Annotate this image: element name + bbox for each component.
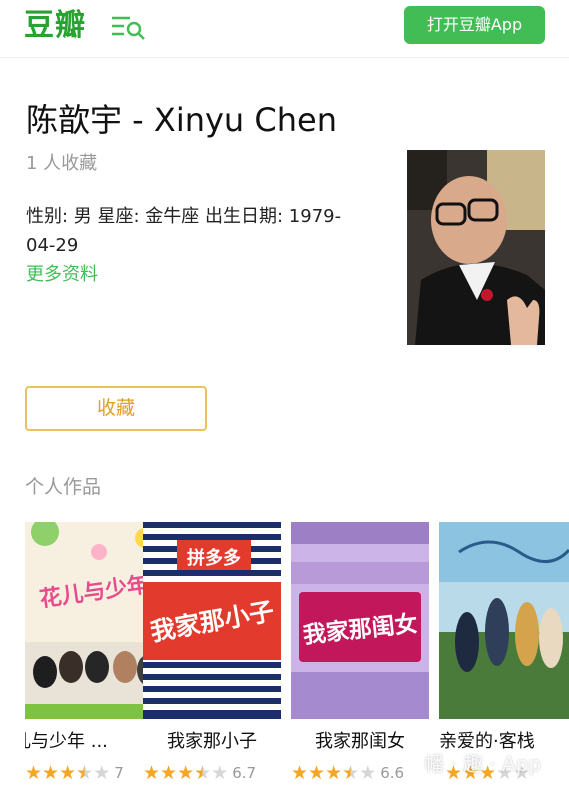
favorite-count: 1 人收藏 xyxy=(26,153,98,174)
work-title[interactable]: 我家那小子 xyxy=(143,728,281,756)
douban-logo[interactable]: 豆瓣 xyxy=(24,8,86,44)
work-score: 6.7 xyxy=(232,764,257,782)
watermark-text: 幡 · 趣 · App xyxy=(424,752,542,776)
star-half-icon: ★ xyxy=(76,762,94,784)
poster-sponsor-text: 拼多多 xyxy=(187,548,241,569)
star-half-icon: ★ xyxy=(342,762,360,784)
portrait-image xyxy=(407,150,545,345)
person-portrait xyxy=(407,150,545,345)
work-rating: ★★★★★ 6.6 xyxy=(291,762,404,784)
collect-button[interactable]: 收藏 xyxy=(25,386,207,431)
work-card[interactable]: 拼多多 我家那小子 我家那小子 ★★★★★ 6.7 xyxy=(143,522,281,800)
work-poster[interactable] xyxy=(439,522,569,719)
star-full-icon: ★ xyxy=(308,762,326,784)
star-full-icon: ★ xyxy=(177,762,195,784)
page-title: 陈歆宇 - Xinyu Chen xyxy=(26,101,337,139)
work-poster[interactable]: 拼多多 我家那小子 xyxy=(143,522,281,719)
star-full-icon: ★ xyxy=(42,762,60,784)
top-bar: 豆瓣 打开豆瓣App xyxy=(0,0,569,58)
star-empty-icon: ★ xyxy=(211,762,229,784)
star-empty-icon: ★ xyxy=(359,762,377,784)
work-poster[interactable]: 我家那闺女 xyxy=(291,522,429,719)
work-title[interactable]: 儿与少年 ... xyxy=(25,728,151,756)
star-full-icon: ★ xyxy=(325,762,343,784)
star-full-icon: ★ xyxy=(143,762,161,784)
star-full-icon: ★ xyxy=(59,762,77,784)
star-half-icon: ★ xyxy=(194,762,212,784)
star-full-icon: ★ xyxy=(160,762,178,784)
person-info: 性别: 男 星座: 金牛座 出生日期: 1979-04-29 xyxy=(26,206,342,256)
menu-search-icon[interactable] xyxy=(110,14,148,42)
work-score: 7 xyxy=(114,764,124,782)
work-score: 6.6 xyxy=(380,764,405,782)
more-info-link[interactable]: 更多资料 xyxy=(26,261,98,289)
star-empty-icon: ★ xyxy=(93,762,111,784)
work-rating: ★★★★★ 6.7 xyxy=(143,762,256,784)
star-full-icon: ★ xyxy=(25,762,43,784)
star-full-icon: ★ xyxy=(291,762,309,784)
work-title[interactable]: 我家那闺女 xyxy=(291,728,429,756)
section-title-works: 个人作品 xyxy=(25,476,102,498)
work-rating: ★★★★★ 7 xyxy=(25,762,124,784)
work-card[interactable]: 我家那闺女 我家那闺女 ★★★★★ 6.6 xyxy=(291,522,429,800)
open-app-button[interactable]: 打开豆瓣App xyxy=(404,6,545,44)
